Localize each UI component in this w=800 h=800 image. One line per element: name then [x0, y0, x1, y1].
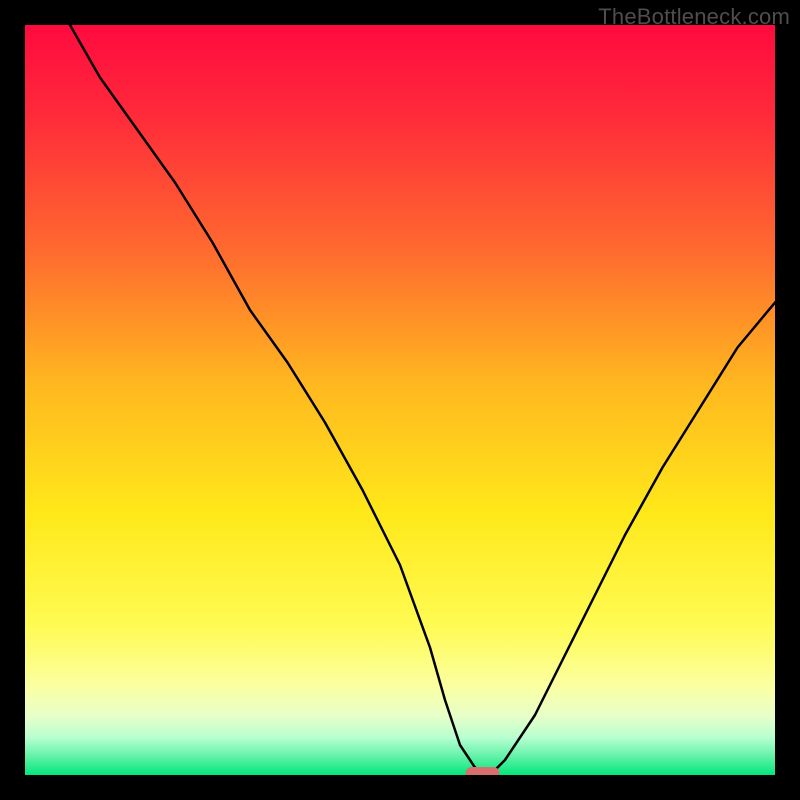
plot-area: [25, 25, 775, 775]
optimal-point-marker: [466, 767, 500, 775]
chart-canvas: TheBottleneck.com: [0, 0, 800, 800]
gradient-background: [25, 25, 775, 775]
chart-svg: [25, 25, 775, 775]
watermark-text: TheBottleneck.com: [598, 4, 790, 30]
